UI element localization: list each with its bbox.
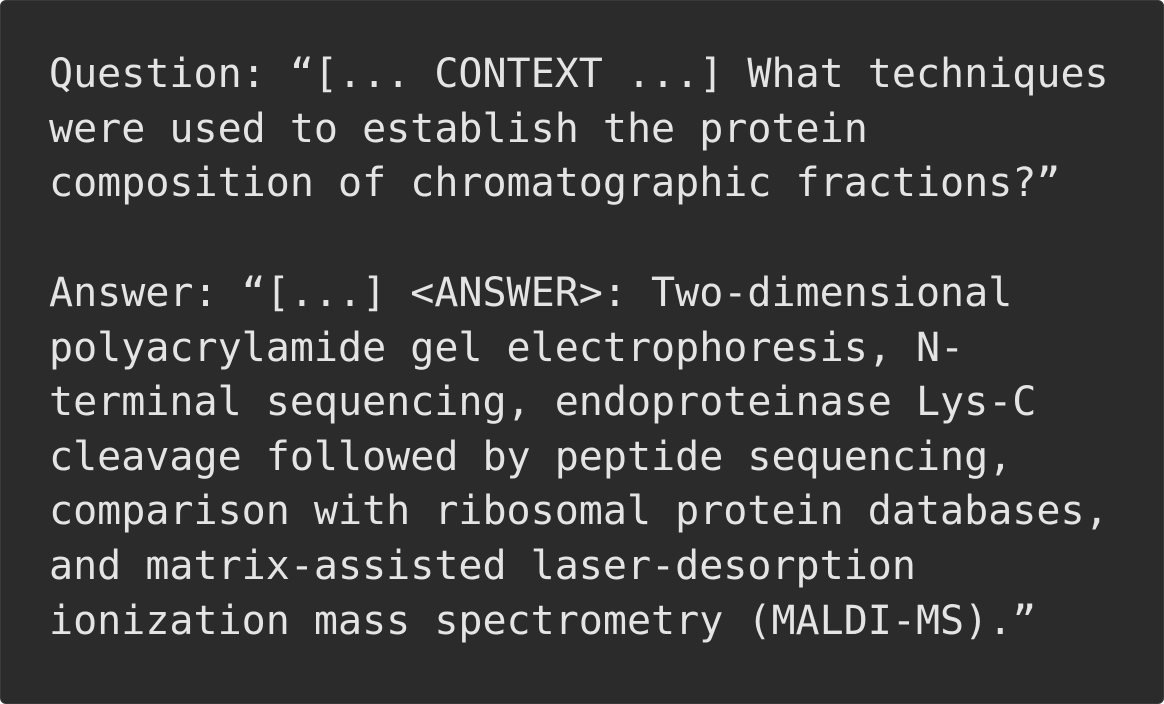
answer-line: polyacrylamide gel electrophoresis, N- xyxy=(49,324,965,371)
question-line: composition of chromatographic fractions… xyxy=(49,160,1061,207)
answer-line: cleavage followed by peptide sequencing, xyxy=(49,433,1013,480)
question-line: were used to establish the protein xyxy=(49,105,868,152)
answer-line: and matrix-assisted laser-desorption xyxy=(49,542,916,589)
question-line: Question: “[... CONTEXT ...] What techni… xyxy=(49,51,1109,97)
question-text: Question: “[... CONTEXT ...] What techni… xyxy=(49,47,1159,211)
answer-line: comparison with ribosomal protein databa… xyxy=(49,488,1109,535)
answer-line: terminal sequencing, endoproteinase Lys-… xyxy=(49,379,1037,426)
answer-line: Answer: “[...] <ANSWER>: Two-dimensional xyxy=(49,270,1013,316)
answer-line: ionization mass spectrometry (MALDI-MS).… xyxy=(49,597,1037,644)
code-panel: Question: “[... CONTEXT ...] What techni… xyxy=(0,0,1164,704)
answer-text: Answer: “[...] <ANSWER>: Two-dimensional… xyxy=(49,266,1159,648)
